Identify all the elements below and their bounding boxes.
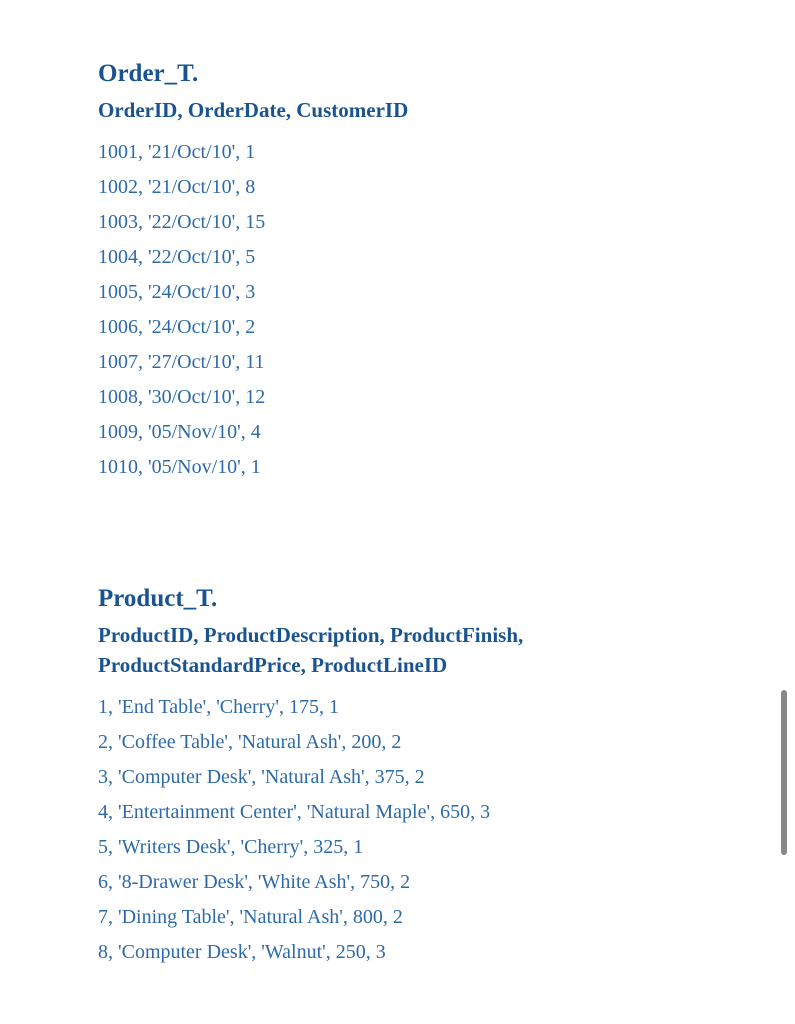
product-table-section: Product_T. ProductID, ProductDescription… bbox=[98, 585, 795, 970]
table-row: 1001, '21/Oct/10', 1 bbox=[98, 135, 795, 170]
table-row: 5, 'Writers Desk', 'Cherry', 325, 1 bbox=[98, 830, 795, 865]
table-row: 1002, '21/Oct/10', 8 bbox=[98, 170, 795, 205]
product-table-columns: ProductID, ProductDescription, ProductFi… bbox=[98, 621, 678, 680]
table-row: 1003, '22/Oct/10', 15 bbox=[98, 205, 795, 240]
table-row: 1004, '22/Oct/10', 5 bbox=[98, 240, 795, 275]
product-table-title: Product_T. bbox=[98, 585, 795, 613]
order-table-section: Order_T. OrderID, OrderDate, CustomerID … bbox=[98, 60, 795, 485]
table-row: 1005, '24/Oct/10', 3 bbox=[98, 275, 795, 310]
table-row: 1006, '24/Oct/10', 2 bbox=[98, 310, 795, 345]
table-row: 4, 'Entertainment Center', 'Natural Mapl… bbox=[98, 795, 795, 830]
table-row: 7, 'Dining Table', 'Natural Ash', 800, 2 bbox=[98, 900, 795, 935]
order-table-title: Order_T. bbox=[98, 60, 795, 88]
table-row: 1008, '30/Oct/10', 12 bbox=[98, 380, 795, 415]
scrollbar[interactable] bbox=[781, 690, 787, 855]
table-row: 8, 'Computer Desk', 'Walnut', 250, 3 bbox=[98, 935, 795, 970]
table-row: 1010, '05/Nov/10', 1 bbox=[98, 450, 795, 485]
table-row: 1007, '27/Oct/10', 11 bbox=[98, 345, 795, 380]
table-row: 6, '8-Drawer Desk', 'White Ash', 750, 2 bbox=[98, 865, 795, 900]
table-row: 3, 'Computer Desk', 'Natural Ash', 375, … bbox=[98, 760, 795, 795]
order-table-columns: OrderID, OrderDate, CustomerID bbox=[98, 96, 678, 125]
table-row: 1, 'End Table', 'Cherry', 175, 1 bbox=[98, 690, 795, 725]
table-row: 2, 'Coffee Table', 'Natural Ash', 200, 2 bbox=[98, 725, 795, 760]
table-row: 1009, '05/Nov/10', 4 bbox=[98, 415, 795, 450]
